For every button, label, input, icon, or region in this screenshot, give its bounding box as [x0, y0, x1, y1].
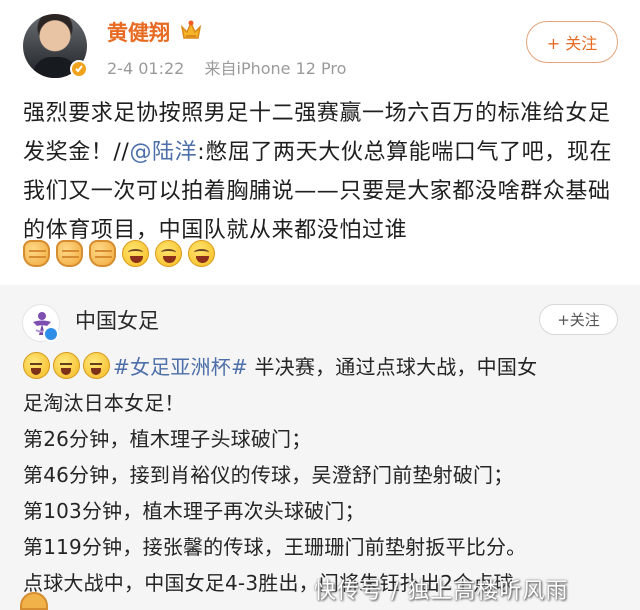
reposted-card[interactable]: 中国女足 +关注 #女足亚洲杯# 半决赛，通过点球大战，中国女 足淘汰日本女足！…	[0, 285, 640, 610]
hashtag-link[interactable]: #女足亚洲杯#	[113, 355, 248, 379]
post-meta: 2-4 01:22 来自iPhone 12 Pro	[107, 55, 346, 79]
emoji-row	[23, 240, 215, 267]
repost-follow-button[interactable]: +关注	[539, 304, 618, 335]
crown-icon	[178, 18, 204, 42]
laugh-icon	[122, 240, 149, 267]
watermark: 快传号 / 独上高楼听风雨	[314, 579, 569, 604]
laugh-icon	[188, 240, 215, 267]
fist-icon	[89, 240, 116, 267]
repost-line: 第46分钟，接到肖裕仪的传球，吴澄舒门前垫射破门；	[23, 463, 514, 487]
mention-link[interactable]: @陆洋	[129, 140, 197, 165]
repost-text: #女足亚洲杯# 半决赛，通过点球大战，中国女 足淘汰日本女足！ 第26分钟，植木…	[23, 349, 618, 601]
repost-line: 第103分钟，植木理子再次头球破门；	[23, 499, 365, 523]
verified-badge-icon	[70, 60, 88, 78]
follow-button[interactable]: + 关注	[526, 21, 618, 63]
laugh-icon	[155, 240, 182, 267]
repost-line-0: #女足亚洲杯# 半决赛，通过点球大战，中国女	[23, 349, 618, 385]
repost-line: 第26分钟，植木理子头球破门；	[23, 427, 312, 451]
cry-icon	[53, 352, 80, 379]
author-name[interactable]: 黄健翔	[107, 17, 170, 47]
post-time: 2-4 01:22	[107, 59, 185, 78]
post-header: 黄健翔 2-4 01:22 来自iPhone 12 Pro + 关注	[0, 0, 640, 95]
cry-icon	[23, 352, 50, 379]
repost-lead-text: 半决赛，通过点球大战，中国女	[247, 355, 538, 379]
fist-icon	[23, 240, 50, 267]
post-text: 强烈要求足协按照男足十二强赛赢一场六百万的标准给女足发奖金！//@陆洋:憋屈了两…	[23, 94, 618, 250]
repost-line: 足淘汰日本女足！	[23, 391, 185, 415]
cry-icon	[83, 352, 110, 379]
fist-icon	[56, 240, 83, 267]
repost-verified-icon	[43, 326, 59, 342]
repost-line: 第119分钟，接张馨的传球，王珊珊门前垫射扳平比分。	[23, 535, 527, 559]
post-source: 来自iPhone 12 Pro	[204, 59, 347, 78]
repost-author-name[interactable]: 中国女足	[75, 305, 159, 335]
